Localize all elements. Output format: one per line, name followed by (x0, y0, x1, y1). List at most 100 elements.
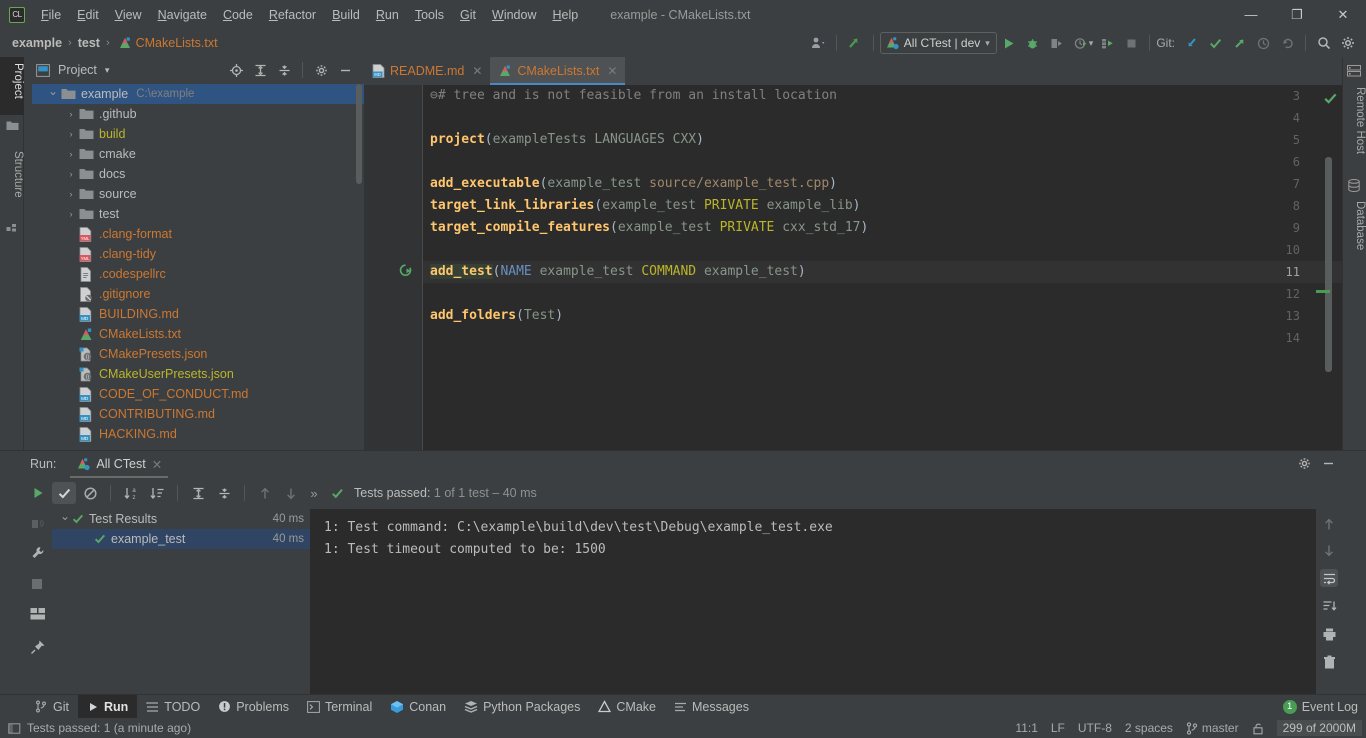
project-tree-item[interactable]: .gitignore (32, 284, 364, 304)
code-line[interactable] (422, 107, 868, 129)
scroll-to-end-icon[interactable] (1320, 597, 1338, 615)
editor-tab-readme-close-icon[interactable]: ✕ (472, 64, 482, 78)
project-tree-item[interactable]: .codespellrc (32, 264, 364, 284)
breadcrumb-item-cmakelists[interactable]: CMakeLists.txt (136, 36, 218, 50)
user-avatar-icon[interactable] (807, 32, 829, 54)
bottom-tab-conan[interactable]: Conan (381, 695, 455, 719)
history-icon[interactable] (1252, 32, 1274, 54)
menu-item-tools[interactable]: Tools (407, 5, 452, 25)
project-tree-item[interactable]: CMakeLists.txt (32, 324, 364, 344)
status-message-area[interactable]: Tests passed: 1 (a minute ago) (8, 721, 191, 735)
editor-tab-cmakelists[interactable]: CMakeLists.txt ✕ (490, 57, 625, 85)
lock-icon[interactable] (1252, 722, 1264, 735)
project-tree[interactable]: ⌄exampleC:\example›.github›build›cmake›d… (32, 84, 364, 450)
minimize-button[interactable]: — (1228, 0, 1274, 29)
collapse-all-tests-button[interactable] (212, 482, 236, 504)
menu-item-git[interactable]: Git (452, 5, 484, 25)
project-tree-item[interactable]: YML.clang-format (32, 224, 364, 244)
bottom-tab-problems[interactable]: Problems (209, 695, 298, 719)
project-tree-item[interactable]: MDBUILDING.md (32, 304, 364, 324)
code-line[interactable]: target_link_libraries(example_test PRIVA… (422, 195, 868, 217)
test-results-tree[interactable]: ⌄Test Results40 msexample_test40 ms (52, 509, 310, 695)
menu-item-view[interactable]: View (107, 5, 150, 25)
right-tab-database[interactable]: Database (1342, 195, 1366, 267)
project-tree-item[interactable]: ›cmake (32, 144, 364, 164)
rerun-tests-button[interactable] (26, 482, 50, 504)
run-panel-settings-gear-icon[interactable] (1293, 452, 1315, 474)
tree-toggle-arrow-icon[interactable]: › (64, 129, 78, 139)
memory-indicator[interactable]: 299 of 2000M (1277, 720, 1362, 736)
code-line[interactable] (422, 327, 868, 349)
wrench-icon[interactable] (30, 545, 46, 561)
test-console-output[interactable]: 1: Test command: C:\example\build\dev\te… (310, 509, 1316, 695)
menu-item-window[interactable]: Window (484, 5, 544, 25)
bottom-tab-git[interactable]: Git (26, 695, 78, 719)
right-tab-remote-host[interactable]: Remote Host (1342, 81, 1366, 171)
tree-toggle-arrow-icon[interactable]: › (64, 209, 78, 219)
test-result-row[interactable]: example_test40 ms (52, 529, 310, 549)
code-line[interactable] (422, 239, 868, 261)
test-result-row[interactable]: ⌄Test Results40 ms (52, 509, 310, 529)
editor-tab-cmakelists-close-icon[interactable]: ✕ (607, 64, 617, 78)
soft-wrap-icon[interactable] (1320, 569, 1338, 587)
show-ignored-tests-button[interactable] (78, 482, 102, 504)
menu-item-build[interactable]: Build (324, 5, 368, 25)
run-configuration-selector[interactable]: All CTest | dev ▾ (880, 32, 997, 54)
bottom-tab-cmake[interactable]: CMake (589, 695, 665, 719)
caret-position[interactable]: 11:1 (1015, 721, 1037, 735)
sort-alphabetically-button[interactable]: a z (119, 482, 143, 504)
maximize-button[interactable]: ❐ (1274, 0, 1320, 29)
bottom-tab-messages[interactable]: Messages (665, 695, 758, 719)
previous-failed-test-button[interactable] (253, 482, 277, 504)
project-tree-item[interactable]: ⌄exampleC:\example (32, 84, 364, 104)
menu-item-help[interactable]: Help (544, 5, 586, 25)
next-failed-test-button[interactable] (279, 482, 303, 504)
code-line[interactable]: project(exampleTests LANGUAGES CXX) (422, 129, 868, 151)
code-line[interactable] (422, 283, 868, 305)
rerun-failed-icon[interactable]: 9 (30, 517, 46, 533)
code-line[interactable]: add_executable(example_test source/examp… (422, 173, 868, 195)
code-line[interactable]: add_folders(Test) (422, 305, 868, 327)
profile-chevron-down-icon[interactable]: ▾ (1089, 38, 1094, 49)
expand-all-icon[interactable] (249, 59, 271, 81)
tree-toggle-arrow-icon[interactable]: › (64, 149, 78, 159)
project-tree-item[interactable]: ›source (32, 184, 364, 204)
sidebar-item-structure[interactable]: Structure (0, 145, 24, 217)
coverage-button[interactable] (1046, 32, 1068, 54)
stop-button[interactable] (1120, 32, 1142, 54)
editor-tab-readme[interactable]: MD README.md ✕ (364, 57, 490, 85)
project-panel-chevron-down-icon[interactable]: ▾ (105, 65, 110, 76)
pin-icon[interactable] (30, 639, 46, 655)
git-update-icon[interactable] (1180, 32, 1202, 54)
file-encoding[interactable]: UTF-8 (1078, 721, 1112, 735)
project-settings-gear-icon[interactable] (310, 59, 332, 81)
bottom-tab-terminal[interactable]: Terminal (298, 695, 381, 719)
menu-item-run[interactable]: Run (368, 5, 407, 25)
code-line[interactable]: add_test(NAME example_test COMMAND examp… (422, 261, 868, 283)
git-push-icon[interactable] (1228, 32, 1250, 54)
editor-gutter[interactable] (364, 85, 422, 450)
menu-item-file[interactable]: File (33, 5, 69, 25)
project-tree-scrollbar[interactable] (356, 84, 362, 184)
tree-toggle-arrow-icon[interactable]: ⌄ (46, 84, 60, 98)
indent-setting[interactable]: 2 spaces (1125, 721, 1173, 735)
project-tree-item[interactable]: {}CMakePresets.json (32, 344, 364, 364)
code-content[interactable]: ⊖# tree and is not feasible from an inst… (422, 85, 868, 349)
project-tree-item[interactable]: ›test (32, 204, 364, 224)
run-test-gutter-icon[interactable] (398, 263, 413, 278)
menu-item-edit[interactable]: Edit (69, 5, 107, 25)
sidebar-item-project[interactable]: Project (0, 57, 24, 115)
project-tree-item[interactable]: {}CMakeUserPresets.json (32, 364, 364, 384)
hide-panel-icon[interactable] (334, 59, 356, 81)
menu-item-navigate[interactable]: Navigate (150, 5, 215, 25)
close-button[interactable]: ✕ (1320, 0, 1366, 29)
breadcrumb-item-example[interactable]: example (12, 36, 62, 50)
bottom-tab-todo[interactable]: TODO (137, 695, 209, 719)
stop-icon[interactable] (30, 577, 46, 593)
project-tree-item[interactable]: ›docs (32, 164, 364, 184)
bottom-tab-run[interactable]: Run (78, 695, 137, 719)
scroll-down-icon[interactable] (1320, 541, 1338, 559)
updates-icon[interactable] (844, 32, 866, 54)
print-icon[interactable] (1320, 625, 1338, 643)
expand-all-tests-button[interactable] (186, 482, 210, 504)
